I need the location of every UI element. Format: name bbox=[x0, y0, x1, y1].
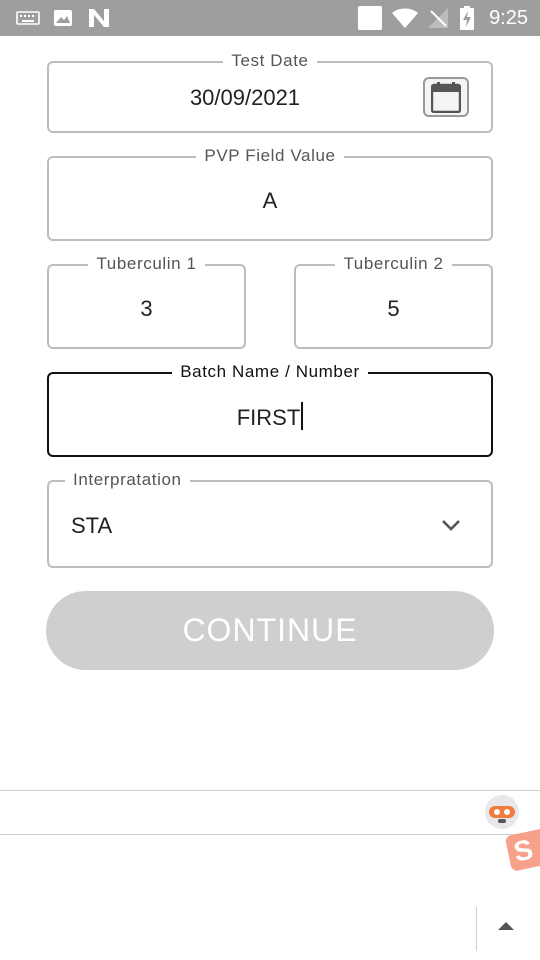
battery-charging-icon bbox=[458, 0, 476, 36]
divider bbox=[0, 834, 540, 835]
continue-button[interactable]: CONTINUE bbox=[46, 591, 494, 670]
tuberculin-2-value: 5 bbox=[387, 296, 400, 321]
batch-name-label: Batch Name / Number bbox=[172, 362, 368, 381]
notification-square-icon bbox=[356, 0, 384, 36]
text-cursor bbox=[301, 402, 304, 430]
batch-name-value: FIRST bbox=[236, 405, 301, 430]
expand-up-icon[interactable] bbox=[498, 922, 514, 930]
calendar-button[interactable] bbox=[423, 77, 469, 117]
divider bbox=[0, 790, 540, 791]
interpretation-value: STA bbox=[71, 513, 113, 538]
interpretation-select[interactable]: Interpratation STA bbox=[47, 470, 493, 568]
calendar-icon bbox=[431, 82, 461, 113]
test-date-field[interactable]: Test Date 30/09/2021 bbox=[47, 51, 493, 133]
interpretation-label: Interpratation bbox=[65, 470, 190, 489]
n-logo-icon bbox=[86, 0, 112, 36]
test-date-label: Test Date bbox=[223, 51, 317, 70]
divider bbox=[476, 907, 477, 951]
tuberculin-1-field[interactable]: Tuberculin 1 3 bbox=[47, 254, 246, 349]
pvp-field-value: A bbox=[262, 188, 278, 213]
floating-badge-icon[interactable]: S bbox=[504, 828, 540, 872]
assistant-bot-icon[interactable] bbox=[485, 795, 519, 829]
tuberculin-1-label: Tuberculin 1 bbox=[88, 254, 205, 273]
image-icon bbox=[52, 0, 74, 36]
keyboard-icon bbox=[14, 0, 42, 36]
pvp-field-value-field[interactable]: PVP Field Value A bbox=[47, 146, 493, 241]
batch-name-field[interactable]: Batch Name / Number FIRST bbox=[47, 362, 493, 457]
status-bar: 9:25 bbox=[0, 0, 540, 36]
test-date-value: 30/09/2021 bbox=[189, 85, 301, 110]
pvp-field-label: PVP Field Value bbox=[196, 146, 344, 165]
tuberculin-2-field[interactable]: Tuberculin 2 5 bbox=[294, 254, 493, 349]
tuberculin-1-value: 3 bbox=[140, 296, 153, 321]
tuberculin-2-label: Tuberculin 2 bbox=[335, 254, 452, 273]
clock: 9:25 bbox=[489, 7, 528, 29]
no-signal-icon bbox=[426, 0, 450, 36]
chevron-down-icon bbox=[442, 520, 460, 531]
wifi-icon bbox=[390, 0, 420, 36]
